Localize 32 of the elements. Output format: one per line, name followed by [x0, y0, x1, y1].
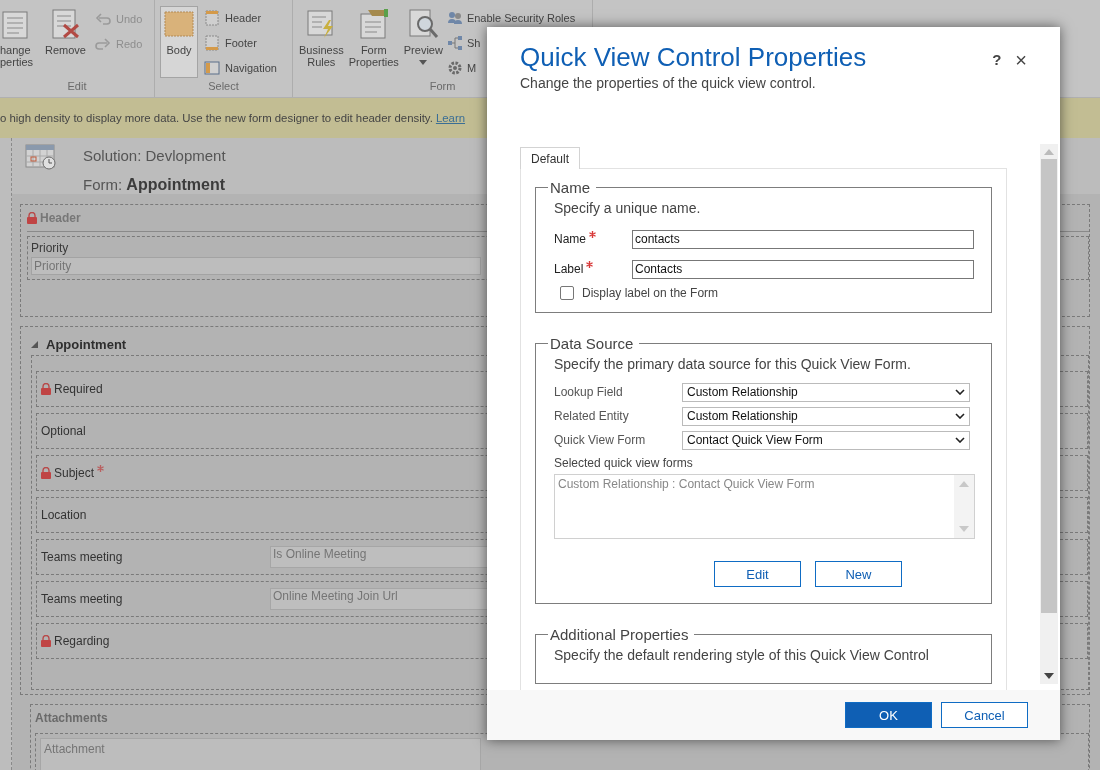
field-label: Lookup Field: [554, 385, 624, 399]
group-legend: Additional Properties: [548, 626, 695, 643]
field-label: Priority: [31, 241, 69, 255]
group-label: Select: [208, 80, 239, 92]
hint-text: Specify the primary data source for this Quick View Form.: [554, 356, 912, 372]
section-title: Attachments: [35, 711, 108, 725]
dialog-title: Quick View Control Properties: [520, 41, 867, 73]
field-label: Label: [554, 262, 584, 276]
field-label: Optional: [41, 424, 86, 438]
checkbox-label: Display label on the Form: [582, 286, 719, 300]
field-label: Related Entity: [554, 409, 630, 423]
notice-text: o high density to display more data. Use the new form designer to edit header density.: [0, 112, 433, 124]
field-label: Location: [41, 508, 87, 522]
group-legend: Data Source: [548, 335, 640, 352]
field-label: Regarding: [54, 634, 110, 648]
field-label: Required: [54, 382, 103, 396]
dialog-subtitle: Change the properties of the quick view control.: [520, 75, 817, 91]
field-label: Teams meeting: [41, 592, 124, 606]
field-label: Teams meeting: [41, 550, 124, 564]
group-legend: Name: [548, 179, 596, 196]
field-label: Subject: [54, 466, 95, 480]
section-title: Appointment: [46, 336, 127, 352]
section-title: Header: [40, 211, 81, 225]
hint-text: Specify the default rendering style of this Quick View Control: [554, 647, 930, 663]
field-label: Quick View Form: [554, 433, 647, 447]
solution-name: Solution: Devlopment: [83, 147, 226, 164]
hint-text: Specify a unique name.: [554, 200, 702, 216]
group-label: Edit: [67, 80, 87, 92]
form-name: Form: Appointment: [83, 176, 226, 194]
group-label: Form: [429, 80, 456, 92]
field-label: Selected quick view forms: [554, 456, 694, 470]
field-label: Name: [554, 232, 586, 246]
